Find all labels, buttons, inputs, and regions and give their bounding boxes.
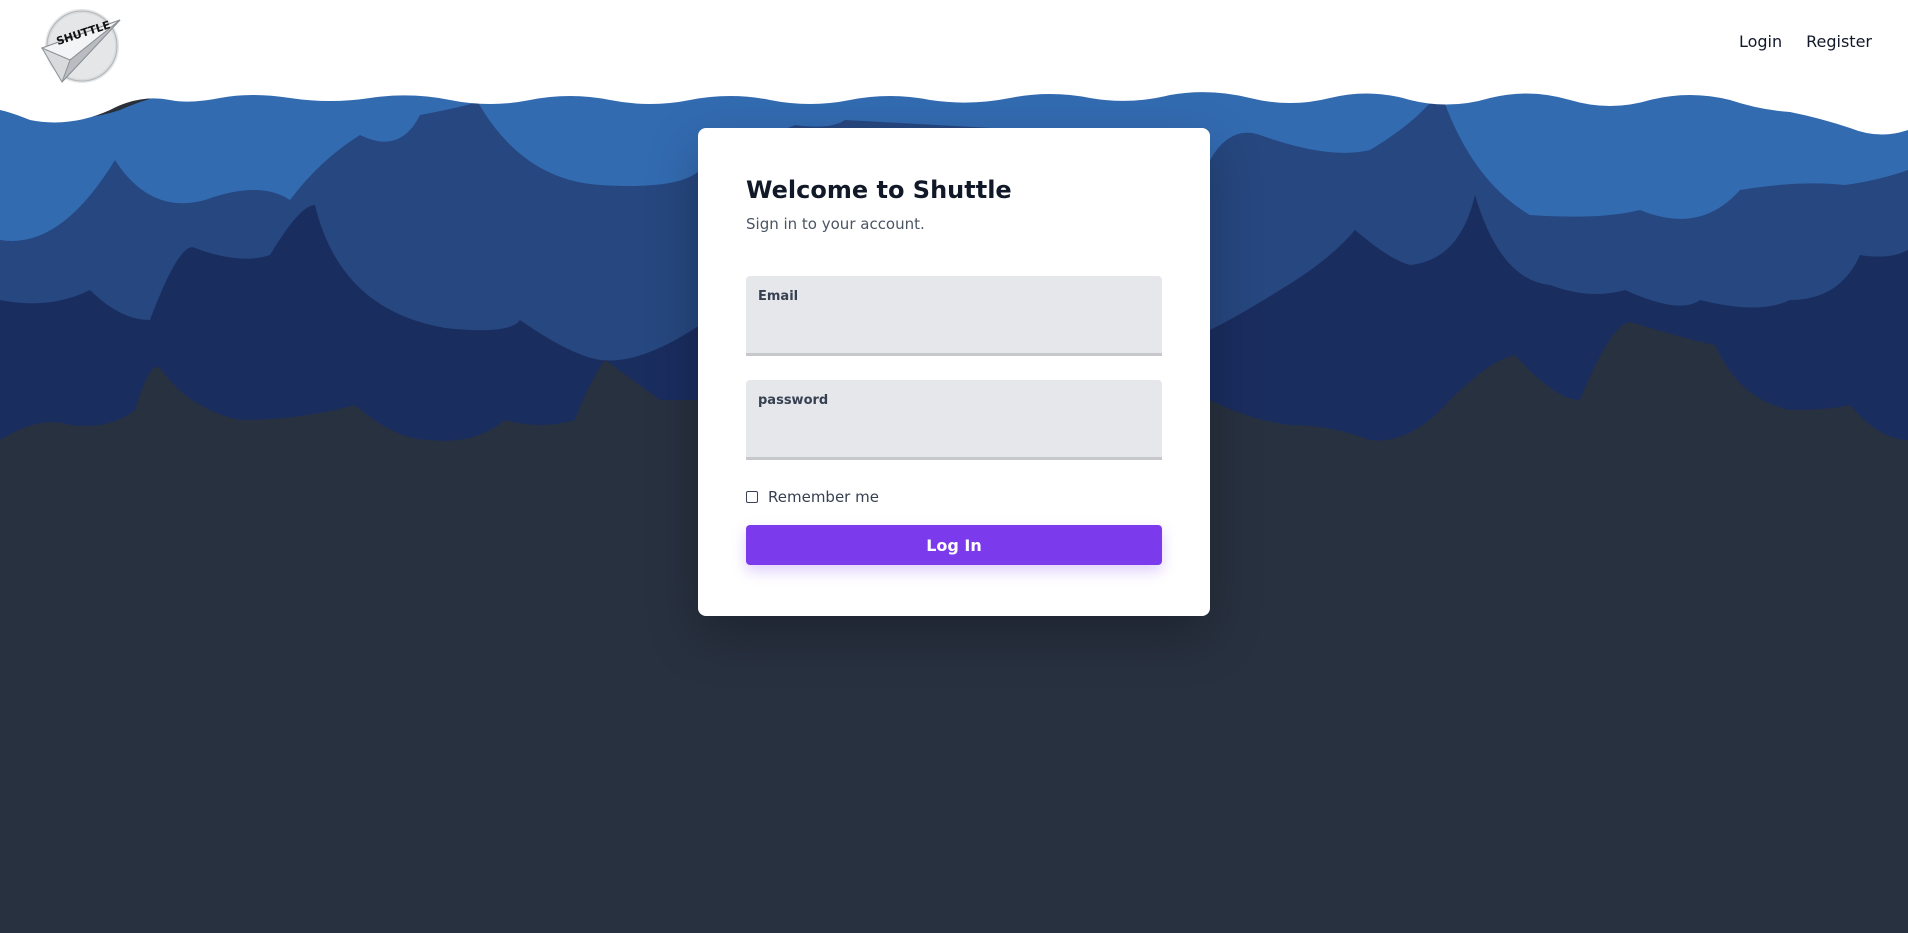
shuttle-logo-icon: SHUTTLE xyxy=(40,9,121,83)
header-nav: Login Register xyxy=(1739,32,1872,51)
login-subtitle: Sign in to your account. xyxy=(746,215,925,233)
email-field[interactable]: Email xyxy=(746,276,1162,356)
remember-me-row[interactable]: Remember me xyxy=(746,487,1162,507)
password-label: password xyxy=(758,393,829,408)
nav-register-link[interactable]: Register xyxy=(1806,32,1872,51)
password-field[interactable]: password xyxy=(746,380,1162,460)
log-in-button[interactable]: Log In xyxy=(746,525,1162,565)
login-card: Welcome to Shuttle Sign in to your accou… xyxy=(698,128,1210,616)
email-label: Email xyxy=(758,289,799,304)
shuttle-logo[interactable]: SHUTTLE xyxy=(40,8,124,86)
remember-me-label[interactable]: Remember me xyxy=(768,488,879,506)
remember-me-checkbox[interactable] xyxy=(746,491,758,503)
nav-login-link[interactable]: Login xyxy=(1739,32,1782,51)
top-header: SHUTTLE Login Register xyxy=(0,0,1908,88)
password-input[interactable] xyxy=(758,420,1150,448)
login-title: Welcome to Shuttle xyxy=(746,176,1012,204)
email-input[interactable] xyxy=(758,316,1150,344)
login-page: SHUTTLE Login Register Welcome to Shuttl… xyxy=(0,0,1908,933)
